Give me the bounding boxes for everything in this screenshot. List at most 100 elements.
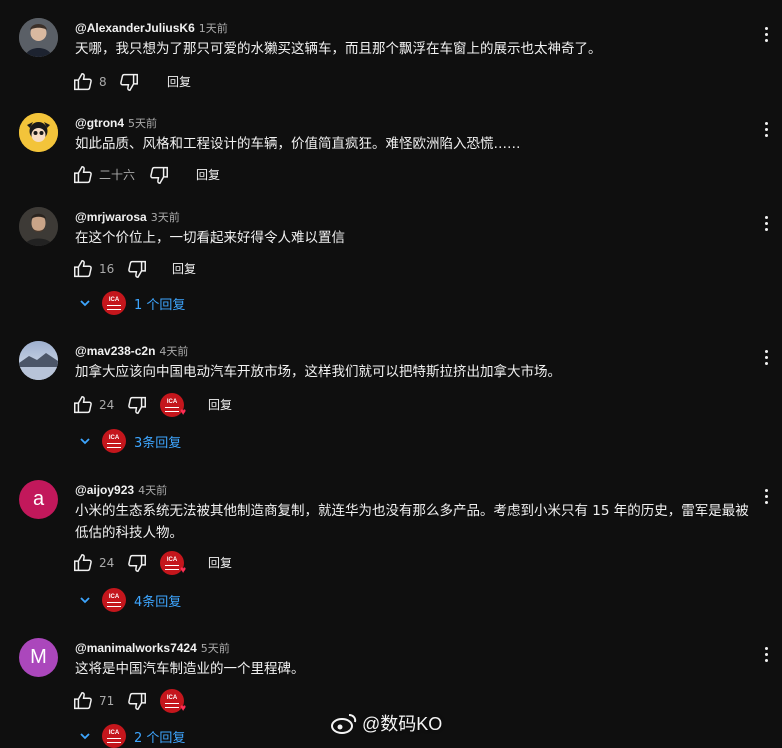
comment-time[interactable]: 1天前: [199, 22, 228, 35]
comment-text: 加拿大应该向中国电动汽车开放市场，这样我们就可以把特斯拉挤出加拿大市场。: [75, 364, 561, 380]
thumb-up-icon: [74, 396, 92, 414]
weibo-icon: [331, 714, 357, 734]
more-options-icon[interactable]: [758, 209, 774, 237]
thumb-down-icon: [150, 166, 168, 184]
like-count: 16: [99, 262, 115, 276]
thumb-up-icon: [74, 166, 92, 184]
comment-text: 在这个价位上，一切看起来好得令人难以置信: [75, 230, 345, 246]
comment-time[interactable]: 5天前: [128, 117, 157, 130]
creator-heart-badge: ICA ♥: [160, 551, 186, 576]
creator-avatar: ICA: [102, 724, 126, 748]
reply-button[interactable]: 回复: [167, 70, 191, 94]
creator-avatar: ICA: [102, 429, 126, 453]
reply-button[interactable]: 回复: [172, 257, 196, 281]
like-count: 8: [99, 75, 107, 89]
comment-time[interactable]: 3天前: [151, 211, 180, 224]
thumb-up-icon: [74, 692, 92, 710]
reply-button[interactable]: 回复: [208, 551, 232, 575]
reply-count[interactable]: 1 个回复: [134, 294, 185, 313]
creator-heart-badge: ICA ♥: [160, 393, 186, 418]
comment-header: @mrjwarosa 3天前: [75, 207, 180, 225]
like-button[interactable]: [72, 393, 94, 417]
comment-author[interactable]: @mav238-c2n: [75, 344, 155, 358]
more-options-icon[interactable]: [758, 115, 774, 143]
view-replies-button[interactable]: ICA 3条回复: [78, 429, 181, 453]
avatar[interactable]: M: [19, 638, 58, 677]
dislike-button[interactable]: [126, 393, 148, 417]
more-options-icon[interactable]: [758, 640, 774, 668]
dislike-button[interactable]: [126, 689, 148, 713]
comment-header: @aijoy923 4天前: [75, 480, 167, 498]
creator-avatar: ICA: [102, 291, 126, 315]
watermark: @数码KO: [330, 709, 442, 737]
dislike-button[interactable]: [126, 257, 148, 281]
like-count: 24: [99, 556, 115, 570]
more-options-icon[interactable]: [758, 20, 774, 48]
comment-actions: 二十六 回复: [72, 163, 572, 187]
reply-button[interactable]: 回复: [196, 163, 220, 187]
comment-header: @mav238-c2n 4天前: [75, 341, 188, 359]
view-replies-button[interactable]: ICA 2 个回复: [78, 724, 185, 748]
heart-icon: ♥: [180, 407, 186, 418]
comment-time[interactable]: 4天前: [138, 484, 167, 497]
avatar[interactable]: [19, 18, 58, 57]
like-count: 24: [99, 398, 115, 412]
dislike-button[interactable]: [118, 70, 140, 94]
dislike-button[interactable]: [126, 551, 148, 575]
like-button[interactable]: [72, 70, 94, 94]
dislike-button[interactable]: [148, 163, 170, 187]
comment-time[interactable]: 4天前: [159, 345, 188, 358]
like-button[interactable]: [72, 551, 94, 575]
like-count: 71: [99, 694, 115, 708]
avatar[interactable]: [19, 113, 58, 152]
comment-actions: 24 ICA ♥ 回复: [72, 551, 572, 576]
reply-button[interactable]: 回复: [208, 393, 232, 417]
thumb-down-icon: [128, 554, 146, 572]
like-count: 二十六: [99, 168, 136, 182]
comment-text: 这将是中国汽车制造业的一个里程碑。: [75, 661, 305, 677]
comment-author[interactable]: @gtron4: [75, 116, 124, 130]
creator-avatar: ICA ♥: [160, 551, 186, 576]
view-replies-button[interactable]: ICA 1 个回复: [78, 291, 185, 315]
thumb-down-icon: [120, 73, 138, 91]
comment-time[interactable]: 5天前: [201, 642, 230, 655]
chevron-down-icon: [80, 438, 90, 445]
comment-actions: 24 ICA ♥ 回复: [72, 393, 572, 418]
comment-author[interactable]: @AlexanderJuliusK6: [75, 21, 195, 35]
comment-header: @gtron4 5天前: [75, 113, 157, 131]
thumb-up-icon: [74, 554, 92, 572]
chevron-down-icon: [80, 300, 90, 307]
reply-count[interactable]: 4条回复: [134, 591, 181, 610]
avatar[interactable]: a: [19, 480, 58, 519]
chevron-down-icon: [80, 597, 90, 604]
comment-text: 小米的生态系统无法被其他制造商复制，就连华为也没有那么多产品。考虑到小米只有 1…: [75, 503, 749, 541]
like-button[interactable]: [72, 163, 94, 187]
comment-author[interactable]: @manimalworks7424: [75, 641, 197, 655]
heart-icon: ♥: [180, 703, 186, 714]
comment-text: 天哪，我只想为了那只可爱的水獭买这辆车，而且那个飘浮在车窗上的展示也太神奇了。: [75, 41, 602, 57]
comment-author[interactable]: @aijoy923: [75, 483, 134, 497]
more-options-icon[interactable]: [758, 343, 774, 371]
reply-count[interactable]: 3条回复: [134, 432, 181, 451]
view-replies-button[interactable]: ICA 4条回复: [78, 588, 181, 612]
comment-actions: 8 回复: [72, 70, 572, 94]
avatar[interactable]: [19, 207, 58, 246]
like-button[interactable]: [72, 689, 94, 713]
avatar[interactable]: [19, 341, 58, 380]
creator-avatar: ICA ♥: [160, 689, 186, 714]
chevron-down-icon: [80, 733, 90, 740]
like-button[interactable]: [72, 257, 94, 281]
comment-header: @manimalworks7424 5天前: [75, 638, 230, 656]
comment-actions: 16 回复: [72, 257, 572, 281]
comment-author[interactable]: @mrjwarosa: [75, 210, 147, 224]
thumb-down-icon: [128, 396, 146, 414]
more-options-icon[interactable]: [758, 482, 774, 510]
thumb-down-icon: [128, 692, 146, 710]
creator-avatar: ICA: [102, 588, 126, 612]
comment-header: @AlexanderJuliusK6 1天前: [75, 18, 228, 36]
comment-actions: 71 ICA ♥: [72, 689, 572, 714]
reply-count[interactable]: 2 个回复: [134, 727, 185, 746]
heart-icon: ♥: [180, 565, 186, 576]
thumb-up-icon: [74, 260, 92, 278]
thumb-up-icon: [74, 73, 92, 91]
